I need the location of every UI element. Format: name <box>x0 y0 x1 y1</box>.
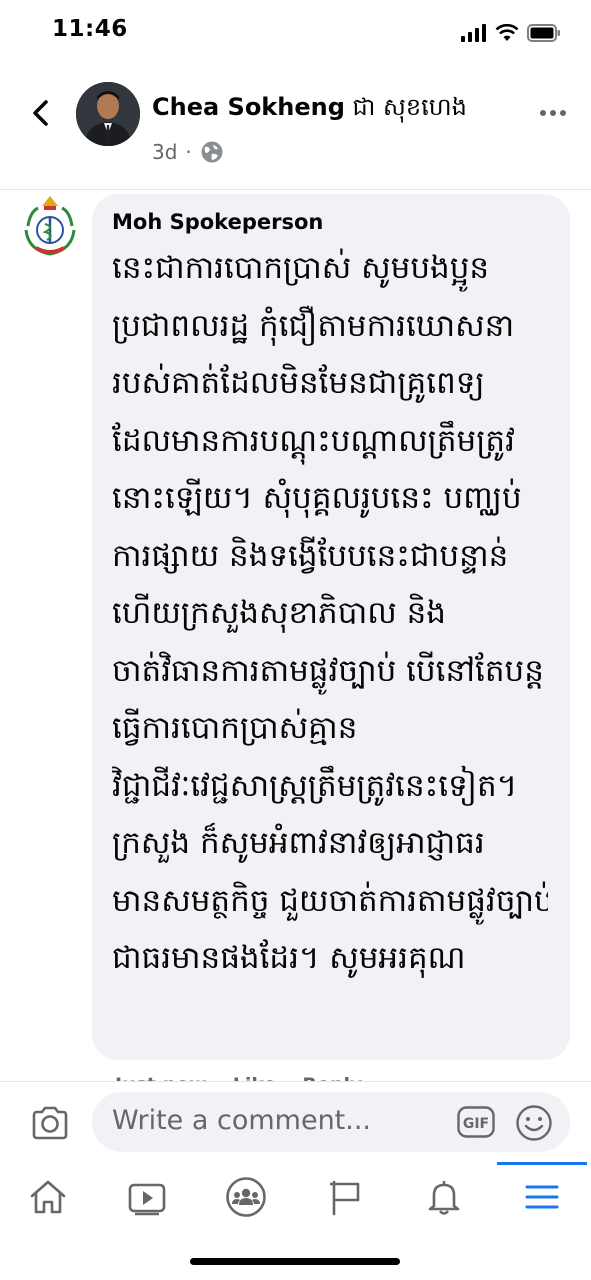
camera-icon <box>32 1106 68 1140</box>
avatar-photo <box>76 82 140 146</box>
bottom-navigation <box>0 1162 591 1242</box>
header-divider <box>0 189 591 190</box>
comment-author[interactable]: Moh Spokeperson <box>112 208 548 236</box>
comment-line: មានសមត្ថកិច្ច ជួយចាត់ការតាមផ្លូវច្បាប់ <box>112 882 548 919</box>
home-indicator <box>190 1258 400 1265</box>
gif-label: GIF <box>463 1116 489 1132</box>
ministry-logo-icon <box>23 196 77 256</box>
comment-bubble: Moh Spokeperson នេះជាការបោកប្រាស់ សូមបងប… <box>92 194 570 1060</box>
emoji-icon <box>516 1105 552 1141</box>
nav-watch[interactable] <box>125 1175 169 1219</box>
gif-button[interactable]: GIF <box>457 1106 495 1138</box>
home-icon <box>30 1180 66 1214</box>
comment-line: ដែលមានការបណ្តុះបណ្តាលត្រឹមត្រូវ <box>112 422 515 459</box>
author-name-khmer: ជា សុខហេង <box>352 93 467 121</box>
more-horizontal-icon <box>540 110 566 116</box>
cellular-signal-icon <box>461 24 486 42</box>
globe-icon <box>201 141 223 163</box>
comment-line: នេះជាការបោកប្រាស់ សូមបងប្អូន <box>112 250 490 286</box>
nav-notifications[interactable] <box>422 1175 466 1219</box>
post-meta: 3d · <box>152 140 224 164</box>
status-time: 11:46 <box>52 16 128 42</box>
camera-button[interactable] <box>30 1103 70 1143</box>
comment-line: នោះឡើយ។ សុំបុគ្គលរូបនេះ បញ្ឈប់ <box>112 480 522 516</box>
chevron-left-icon <box>33 100 48 126</box>
comment-line: ក្រសួង ក៏សូមអំពាវនាវឲ្យអាជ្ញាធរ <box>112 825 485 861</box>
comment-line: របស់គាត់ដែលមិនមែនជាគ្រូពេទ្យ <box>112 365 485 401</box>
comment-input-placeholder[interactable]: Write a comment... <box>112 1105 371 1136</box>
comment-line: ជាធរមានផងដែរ។ សូមអរគុណ <box>112 940 466 976</box>
nav-groups[interactable] <box>224 1175 268 1219</box>
nav-pages[interactable] <box>323 1175 367 1219</box>
post-author[interactable]: Chea Sokheng ជា សុខហេង <box>152 92 467 127</box>
watch-icon <box>128 1183 166 1216</box>
comment-line: ប្រជាពលរដ្ឋ កុំជឿតាមការឃោសនា <box>112 307 515 344</box>
back-button[interactable] <box>22 92 58 134</box>
comment-line: ហើយក្រសួងសុខាភិបាល និង <box>112 595 446 631</box>
menu-icon <box>525 1185 559 1209</box>
comment-text: នេះជាការបោកប្រាស់ សូមបងប្អូន ប្រជាពលរដ្ឋ… <box>112 240 548 988</box>
groups-icon <box>226 1177 266 1217</box>
wifi-icon <box>495 24 519 41</box>
battery-icon <box>527 24 560 42</box>
meta-separator: · <box>185 140 192 164</box>
author-avatar[interactable] <box>76 82 140 146</box>
post-timestamp[interactable]: 3d <box>152 140 177 164</box>
status-icons <box>461 20 561 46</box>
notifications-bell-icon <box>428 1181 460 1215</box>
nav-menu[interactable] <box>520 1175 564 1219</box>
author-name[interactable]: Chea Sokheng <box>152 93 345 121</box>
comment-line: វិជ្ជាជីវៈវេជ្ជសាស្ត្រត្រឹមត្រូវនេះទៀត។ <box>112 767 518 804</box>
comment-line: ធ្វើការបោកប្រាស់គ្មាន <box>112 710 358 746</box>
nav-home[interactable] <box>26 1175 70 1219</box>
pages-flag-icon <box>330 1180 360 1216</box>
gif-icon: GIF <box>457 1106 495 1138</box>
active-tab-indicator <box>497 1162 587 1165</box>
more-options-button[interactable] <box>536 100 570 126</box>
comment-line: ការផ្សាយ និងទង្វើបែបនេះជាបន្ទាន់ <box>112 537 509 574</box>
commenter-avatar[interactable] <box>18 194 82 258</box>
comment-line: ចាត់វិធានការតាមផ្លូវច្បាប់ បើនៅតែបន្ត <box>112 652 544 689</box>
emoji-button[interactable] <box>515 1104 553 1142</box>
